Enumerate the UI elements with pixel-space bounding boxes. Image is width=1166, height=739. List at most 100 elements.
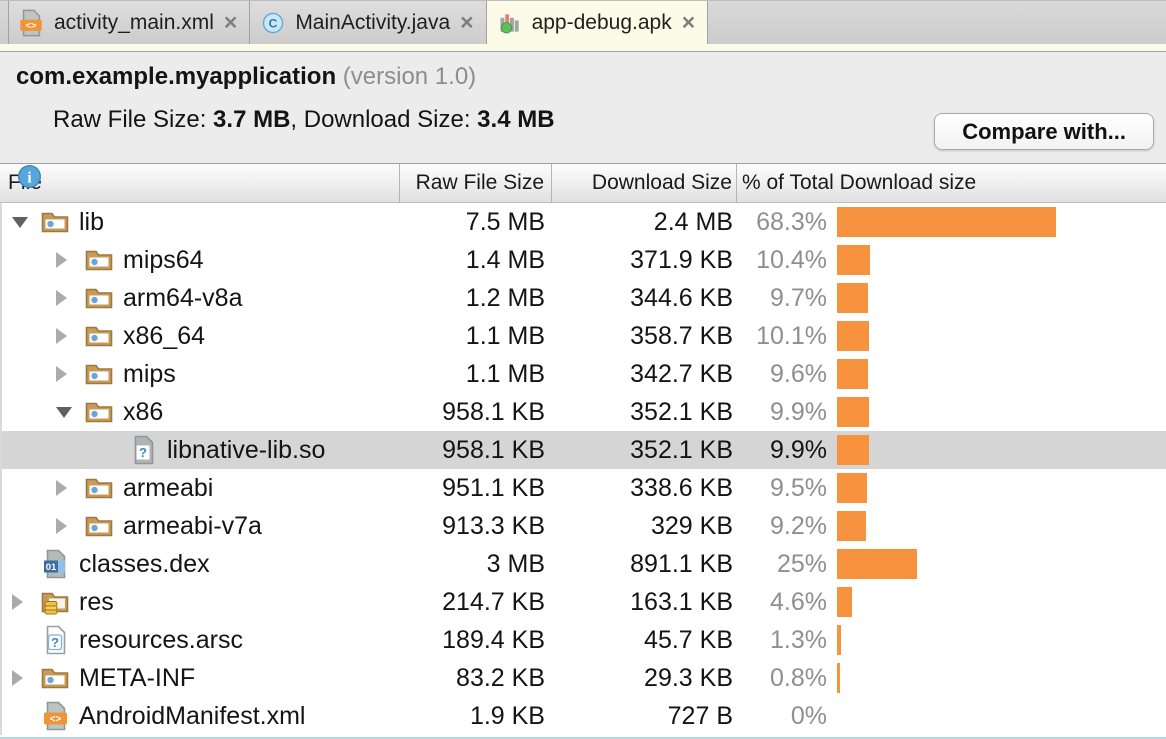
folder-icon [84,359,114,389]
column-header-download-size[interactable]: Download Size [552,164,737,202]
folder-icon [84,473,114,503]
percent-bar-cell [830,317,1166,355]
download-percent-bar [837,397,869,427]
close-icon[interactable]: × [682,11,695,34]
folder-icon [84,245,114,275]
dex-file-icon: 01 [40,549,70,579]
chevron-right-icon[interactable] [50,366,84,382]
download-percent-value: 9.6% [737,360,830,389]
chevron-right-icon[interactable] [50,252,84,268]
table-row[interactable]: 01classes.dex3 MB891.1 KB25% [2,545,1166,583]
download-size-value: 45.7 KB [552,626,737,655]
file-name: x86_64 [123,322,205,351]
percent-bar-cell [830,355,1166,393]
tab-mainactivity-java[interactable]: C MainActivity.java × [250,1,486,44]
file-name-cell: lib [2,207,400,237]
table-row[interactable]: mips1.1 MB342.7 KB9.6% [2,355,1166,393]
download-percent-bar [837,359,868,389]
xml-file-icon: <> [40,701,70,731]
download-percent-value: 9.9% [737,398,830,427]
chevron-right-icon[interactable] [6,594,40,610]
table-row[interactable]: ?resources.arsc189.4 KB45.7 KB1.3% [2,621,1166,659]
file-name: AndroidManifest.xml [79,702,305,731]
download-percent-value: 9.7% [737,284,830,313]
download-percent-bar [837,473,867,503]
download-size-value: 338.6 KB [552,474,737,503]
file-name: libnative-lib.so [167,436,325,465]
file-name-cell: <> AndroidManifest.xml [2,701,400,731]
chevron-right-icon[interactable] [50,480,84,496]
percent-bar-cell [830,393,1166,431]
download-percent-value: 0.8% [737,664,830,693]
percent-bar-cell [830,621,1166,659]
table-row[interactable]: armeabi-v7a913.3 KB329 KB9.2% [2,507,1166,545]
table-row[interactable]: x86958.1 KB352.1 KB9.9% [2,393,1166,431]
column-header-raw-file-size[interactable]: Raw File Size [400,164,552,202]
column-header-file[interactable]: File [0,164,400,202]
download-percent-bar [837,549,917,579]
file-name: mips [123,360,176,389]
download-percent-bar [837,435,869,465]
column-header-percent-of-total[interactable]: % of Total Download size [737,164,1166,202]
svg-text:<>: <> [49,714,61,725]
download-size-label: , Download Size: [290,106,477,134]
raw-file-size-value: 958.1 KB [400,398,552,427]
table-row[interactable]: mips641.4 MB371.9 KB10.4% [2,241,1166,279]
file-name: classes.dex [79,550,210,579]
package-version: (version 1.0) [336,63,476,90]
tab-activity-main-xml[interactable]: <> activity_main.xml × [8,1,250,44]
download-percent-bar [837,283,868,313]
percent-bar-cell [830,203,1166,241]
raw-file-size-value: 189.4 KB [400,626,552,655]
raw-file-size-value: 83.2 KB [400,664,552,693]
close-icon[interactable]: × [224,11,237,34]
download-percent-bar [837,321,869,351]
table-row[interactable]: lib7.5 MB2.4 MB68.3% [2,203,1166,241]
download-size-value: 727 B [552,702,737,731]
chevron-right-icon[interactable] [50,518,84,534]
folder-icon [84,283,114,313]
folder-icon [84,397,114,427]
percent-bar-cell [830,469,1166,507]
download-percent-value: 10.4% [737,246,830,275]
svg-text:<>: <> [26,20,37,30]
apk-summary-panel: com.example.myapplication (version 1.0) … [0,52,1166,164]
chevron-right-icon[interactable] [50,290,84,306]
download-size-value: 352.1 KB [552,436,737,465]
table-row[interactable]: x86_641.1 MB358.7 KB10.1% [2,317,1166,355]
raw-file-size-value: 958.1 KB [400,436,552,465]
raw-size-value: 3.7 MB [213,106,290,134]
file-name-cell: res [2,587,400,617]
svg-text:i: i [27,169,32,186]
file-name: x86 [123,398,163,427]
table-row[interactable]: arm64-v8a1.2 MB344.6 KB9.7% [2,279,1166,317]
folder-icon [84,511,114,541]
table-row[interactable]: ?libnative-lib.so958.1 KB352.1 KB9.9% [2,431,1166,469]
file-name: resources.arsc [79,626,243,655]
table-row[interactable]: META-INF83.2 KB29.3 KB0.8% [2,659,1166,697]
folder-icon [84,321,114,351]
download-percent-bar [837,207,1056,237]
download-size-value: 342.7 KB [552,360,737,389]
file-name-cell: ?libnative-lib.so [2,435,400,465]
file-name-cell: mips [2,359,400,389]
file-name: META-INF [79,664,195,693]
java-class-icon: C [260,9,286,37]
table-row[interactable]: res214.7 KB163.1 KB4.6% [2,583,1166,621]
compare-with-button[interactable]: Compare with... [934,113,1154,150]
percent-bar-cell [830,431,1166,469]
percent-bar-cell [830,279,1166,317]
chevron-down-icon[interactable] [50,407,84,418]
file-name: res [79,588,114,617]
tab-label: activity_main.xml [54,11,214,35]
chevron-right-icon[interactable] [50,328,84,344]
download-percent-value: 4.6% [737,588,830,617]
raw-file-size-value: 913.3 KB [400,512,552,541]
tab-app-debug-apk[interactable]: app-debug.apk × [487,1,709,44]
close-icon[interactable]: × [460,11,473,34]
download-percent-value: 9.9% [737,436,830,465]
table-row[interactable]: armeabi951.1 KB338.6 KB9.5% [2,469,1166,507]
table-row[interactable]: <>AndroidManifest.xml1.9 KB727 B0% [2,697,1166,735]
percent-bar-cell [830,659,1166,697]
chevron-right-icon[interactable] [6,670,40,686]
